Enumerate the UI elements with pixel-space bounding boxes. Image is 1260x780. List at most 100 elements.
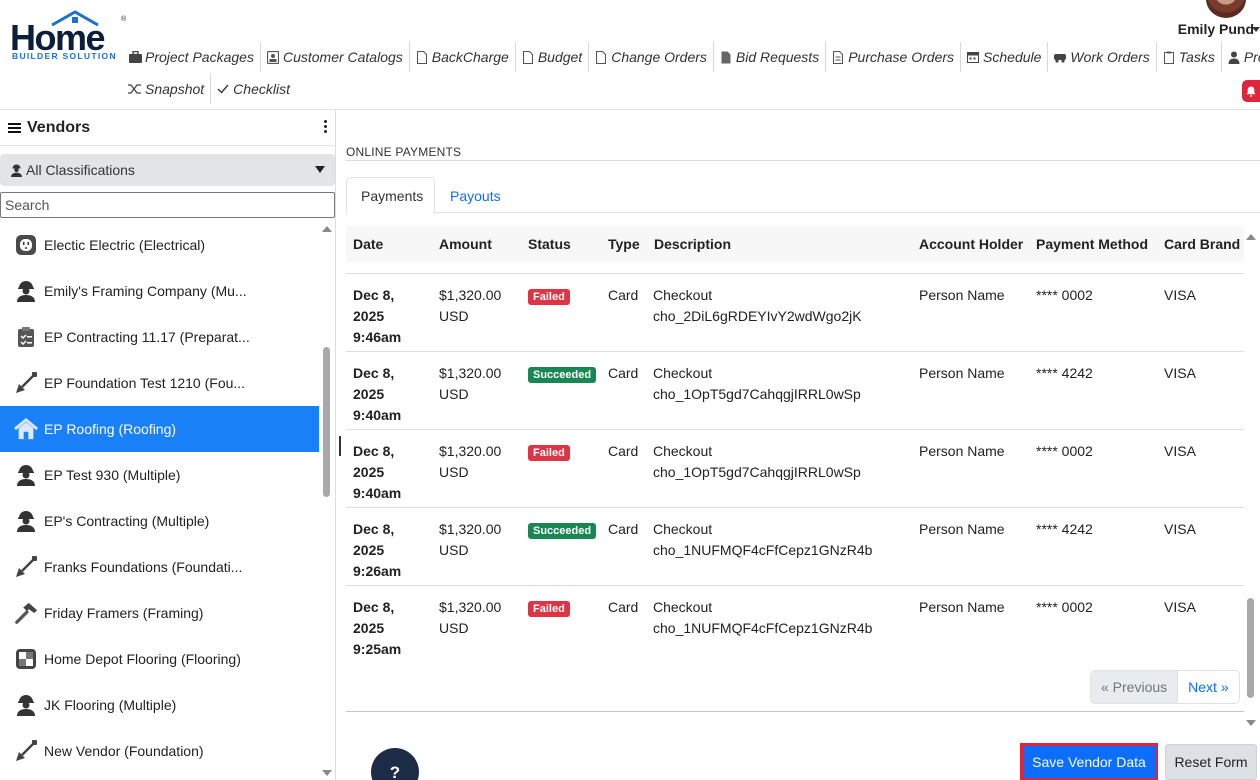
table-row[interactable]: Dec 8, 2025 9:46am $1,320.00 USD Failed Car… xyxy=(346,273,1244,351)
list-item[interactable]: JK Flooring (Multiple) xyxy=(0,682,319,728)
col-amount[interactable]: Amount xyxy=(439,236,492,252)
nav-label: Work Orders xyxy=(1070,49,1150,65)
list-item[interactable]: EP Test 930 (Multiple) xyxy=(0,452,319,498)
user-name[interactable]: Emily Pund xyxy=(1178,21,1254,37)
nav-label: Tasks xyxy=(1178,49,1215,65)
table-row[interactable]: Dec 8, 2025 9:40am $1,320.00 USD Failed Car… xyxy=(346,429,1244,507)
list-item[interactable]: EP's Contracting (Multiple) xyxy=(0,498,319,544)
cell-amount: $1,320.00 USD xyxy=(439,363,501,405)
list-item-active[interactable]: EP Roofing (Roofing) xyxy=(0,406,319,452)
vendor-label: EP's Contracting (Multiple) xyxy=(44,513,210,529)
nav-work-orders[interactable]: Work Orders xyxy=(1047,42,1155,72)
tab-payouts[interactable]: Payouts xyxy=(436,177,515,214)
nav-bid-requests[interactable]: Bid Requests xyxy=(712,42,825,72)
nav-backcharge[interactable]: BackCharge xyxy=(408,42,515,72)
col-account-holder[interactable]: Account Holder xyxy=(919,236,1023,252)
worker-icon xyxy=(14,463,38,487)
nav-label: Snapshot xyxy=(145,81,205,97)
reset-form-button[interactable]: Reset Form xyxy=(1165,744,1257,780)
vendor-label: Friday Framers (Framing) xyxy=(44,605,204,621)
scroll-up-icon[interactable] xyxy=(1246,234,1256,240)
hamburger-icon[interactable] xyxy=(8,121,21,135)
nav-label: Purchase Orders xyxy=(848,49,955,65)
nav-budget[interactable]: Budget xyxy=(514,42,588,72)
nav-snapshot[interactable]: Snapshot xyxy=(123,74,210,104)
col-description[interactable]: Description xyxy=(654,236,731,252)
nav-label: Customer Catalogs xyxy=(282,49,403,65)
avatar[interactable] xyxy=(1206,0,1246,18)
chevron-down-icon[interactable] xyxy=(1252,27,1260,32)
brand-subtitle: BUILDER SOLUTION xyxy=(12,51,117,61)
clipboard-check-icon xyxy=(14,325,38,349)
table-row[interactable]: Dec 8, 2025 9:26am $1,320.00 USD Succeeded … xyxy=(346,507,1244,585)
sidebar-scrollbar[interactable] xyxy=(320,222,334,780)
scroll-down-icon[interactable] xyxy=(322,770,332,776)
drag-handle[interactable] xyxy=(339,436,341,456)
shovel-icon xyxy=(14,555,38,579)
amount-value: $1,320.00 xyxy=(439,599,502,615)
vendor-label: Franks Foundations (Foundati... xyxy=(44,559,243,575)
main-scrollbar[interactable] xyxy=(1244,226,1258,726)
cell-type: Card xyxy=(608,287,639,303)
nav-project[interactable]: Project xyxy=(1220,42,1260,72)
table-row[interactable]: Dec 8, 2025 9:25am $1,320.00 USD Failed Car… xyxy=(346,585,1244,663)
nav-project-packages[interactable]: Project Packages xyxy=(123,42,260,72)
description-id: cho_1NUFMQF4cFfCepz1GNzR4b xyxy=(653,620,873,636)
cell-amount: $1,320.00 USD xyxy=(439,441,501,483)
nav-schedule[interactable]: Schedule xyxy=(960,42,1047,72)
house-icon xyxy=(14,417,38,441)
nav-customer-catalogs[interactable]: Customer Catalogs xyxy=(259,42,409,72)
kebab-menu-icon[interactable] xyxy=(324,120,328,135)
user-menu[interactable]: Emily Pund xyxy=(1170,0,1260,40)
amount-value: $1,320.00 xyxy=(439,443,502,459)
scrollbar-thumb[interactable] xyxy=(1247,598,1254,698)
file-icon xyxy=(415,50,429,64)
help-button[interactable]: ? xyxy=(371,748,419,780)
list-item[interactable]: Franks Foundations (Foundati... xyxy=(0,544,319,590)
nav-purchase-orders[interactable]: Purchase Orders xyxy=(825,42,960,72)
description-id: cho_1OpT5gd7CahqgjIRRL0wSp xyxy=(653,386,861,402)
amount-currency: USD xyxy=(439,308,469,324)
vendor-label: Emily's Framing Company (Mu... xyxy=(44,283,247,299)
scroll-down-icon[interactable] xyxy=(1246,720,1256,726)
date-line: 2025 xyxy=(353,386,385,402)
next-page-button[interactable]: Next » xyxy=(1178,671,1239,703)
vendor-label: EP Roofing (Roofing) xyxy=(44,421,177,437)
cell-date: Dec 8, 2025 9:26am xyxy=(353,519,413,582)
classification-value: All Classifications xyxy=(26,162,135,178)
cell-card-brand: VISA xyxy=(1164,443,1196,459)
list-item[interactable]: Emily's Framing Company (Mu... xyxy=(0,268,319,314)
nav-checklist[interactable]: Checklist xyxy=(210,74,296,104)
col-date[interactable]: Date xyxy=(353,236,383,252)
list-item[interactable]: Friday Framers (Framing) xyxy=(0,590,319,636)
vendor-search-input[interactable] xyxy=(0,192,335,218)
nav-label: Project xyxy=(1243,49,1260,65)
col-card-brand[interactable]: Card Brand xyxy=(1164,236,1240,252)
vendor-label: JK Flooring (Multiple) xyxy=(44,697,177,713)
nav-tasks[interactable]: Tasks xyxy=(1155,42,1221,72)
nav-change-orders[interactable]: Change Orders xyxy=(588,42,713,72)
bell-icon[interactable] xyxy=(1242,80,1260,102)
save-vendor-data-button[interactable]: Save Vendor Data xyxy=(1020,743,1158,780)
col-status[interactable]: Status xyxy=(528,236,571,252)
scroll-up-icon[interactable] xyxy=(322,226,332,232)
brand-logo[interactable]: Home ® BUILDER SOLUTION xyxy=(10,10,126,64)
cell-type: Card xyxy=(608,599,639,615)
list-item[interactable]: EP Contracting 11.17 (Preparat... xyxy=(0,314,319,360)
tab-payments[interactable]: Payments xyxy=(346,177,435,214)
cell-account-holder: Person Name xyxy=(919,521,1005,537)
col-payment-method[interactable]: Payment Method xyxy=(1036,236,1148,252)
list-item[interactable]: New Vendor (Foundation) xyxy=(0,728,319,774)
scrollbar-thumb[interactable] xyxy=(323,347,330,497)
date-line: 9:40am xyxy=(353,407,402,423)
previous-page-button[interactable]: « Previous xyxy=(1091,671,1179,703)
cell-amount: $1,320.00 USD xyxy=(439,285,501,327)
col-type[interactable]: Type xyxy=(608,236,640,252)
list-item[interactable]: Home Depot Flooring (Flooring) xyxy=(0,636,319,682)
classification-select[interactable]: All Classifications xyxy=(0,154,335,186)
list-item[interactable]: EP Foundation Test 1210 (Fou... xyxy=(0,360,319,406)
cell-payment-method: **** 0002 xyxy=(1036,443,1093,459)
list-item[interactable]: Electic Electric (Electrical) xyxy=(0,222,319,268)
table-row[interactable]: Dec 8, 2025 9:40am $1,320.00 USD Succeeded … xyxy=(346,351,1244,429)
cell-date: Dec 8, 2025 9:40am xyxy=(353,441,413,504)
